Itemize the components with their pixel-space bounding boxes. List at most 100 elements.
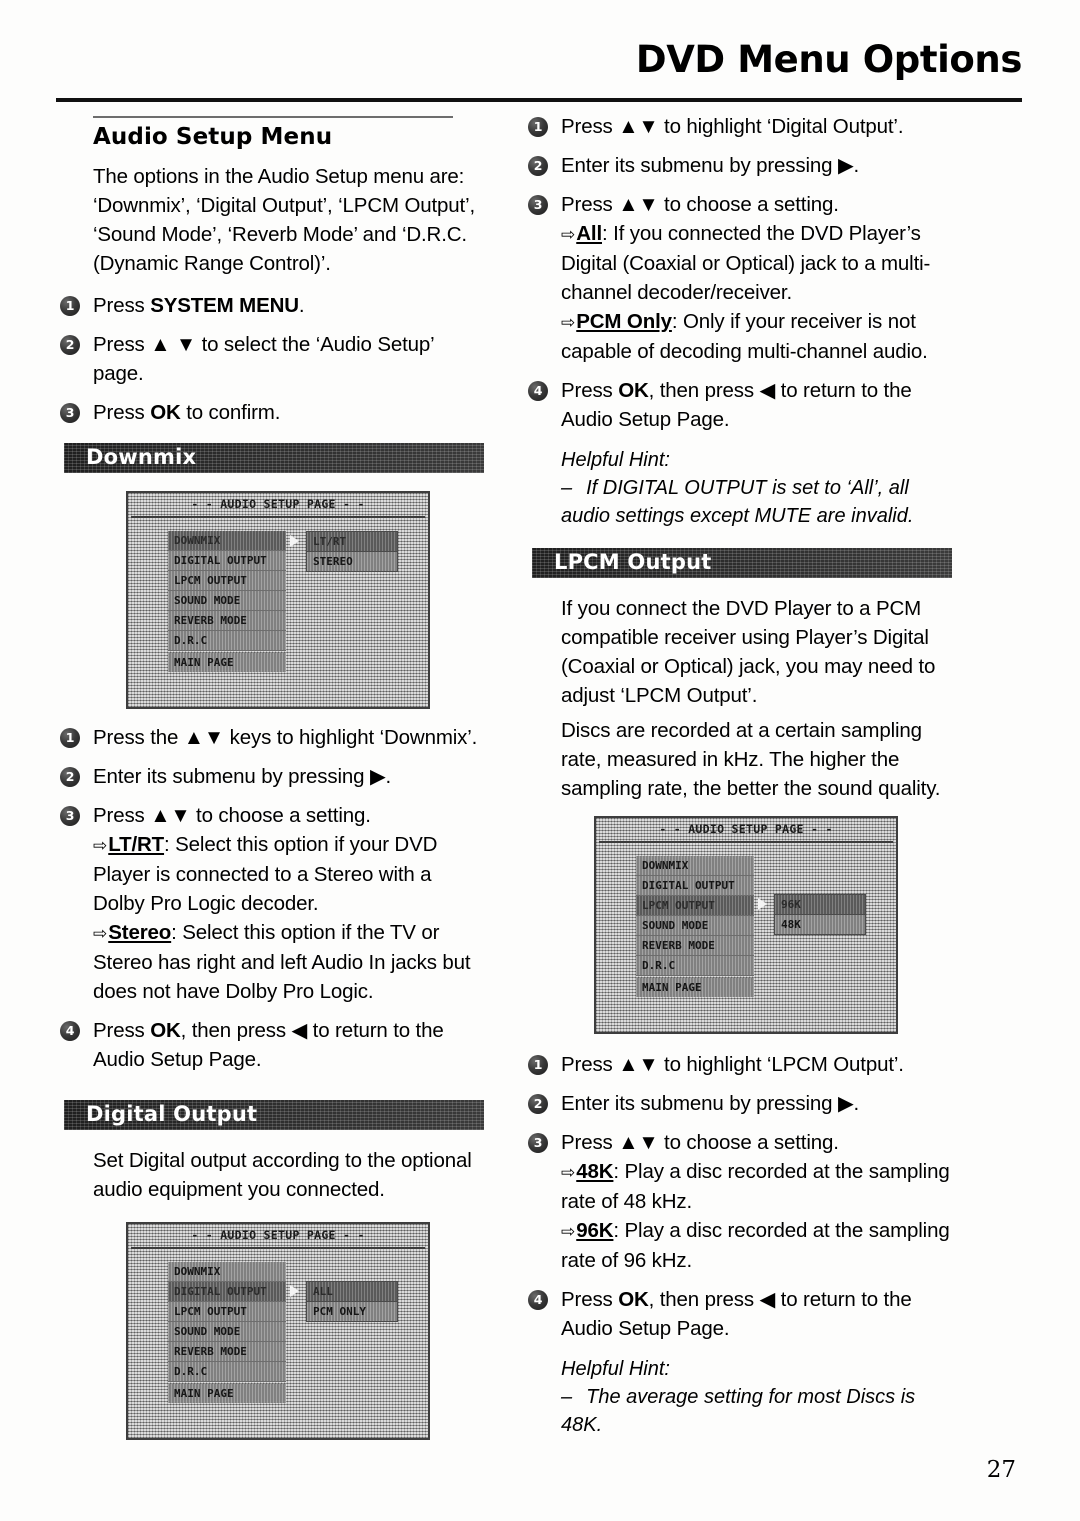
downmix-step-1: 1 Press the ▲▼ keys to highlight ‘Downmi… xyxy=(60,723,484,752)
section-heading-audio-setup-menu: Audio Setup Menu xyxy=(93,124,333,150)
bullet-4-icon: 4 xyxy=(60,1021,80,1041)
option-ltrt: ⇨ LT/RT: Select this option if your DVD P… xyxy=(93,830,484,918)
osd-submenu-item-pcm-only: PCM ONLY xyxy=(307,1302,397,1321)
option-key: Stereo xyxy=(108,921,172,944)
step-text: Press ▲ ▼ to select the ‘Audio Setup’ pa… xyxy=(93,333,434,385)
osd-main-page-button: MAIN PAGE xyxy=(636,978,754,997)
osd-menu-item-drc: D.R.C xyxy=(168,1362,286,1382)
osd-submenu-item-ltrt: LT/RT xyxy=(307,532,397,552)
osd-menu-item-sound-mode: SOUND MODE xyxy=(168,591,286,611)
bullet-4-icon: 4 xyxy=(528,381,548,401)
bullet-1-icon: 1 xyxy=(528,117,548,137)
step-text: Enter its submenu by pressing ▶. xyxy=(93,765,392,788)
hint-dash: – xyxy=(561,1386,573,1408)
option-desc: : If you connected the DVD Player’s Digi… xyxy=(561,222,931,304)
osd-menu-item-lpcm-output: LPCM OUTPUT xyxy=(168,571,286,591)
bullet-4-icon: 4 xyxy=(528,1290,548,1310)
bullet-2-icon: 2 xyxy=(60,767,80,787)
lpcm-paragraph-1: If you connect the DVD Player to a PCM c… xyxy=(561,597,936,707)
osd-screenshot-downmix: - - AUDIO SETUP PAGE - - DOWNMIX DIGITAL… xyxy=(126,491,430,709)
section-bar-lpcm-output: LPCM Output xyxy=(532,548,952,578)
option-key: 48K xyxy=(576,1160,614,1183)
bullet-3-icon: 3 xyxy=(60,403,80,423)
step-system-menu: 1 Press SYSTEM MENU. xyxy=(60,291,484,320)
lpcm-step-4: 4 Press OK, then press ◀ to return to th… xyxy=(528,1285,952,1343)
downmix-step-3: 3 Press ▲▼ to choose a setting. ⇨ LT/RT: … xyxy=(60,801,484,1006)
option-key: PCM Only xyxy=(576,310,672,333)
section-bar-downmix: Downmix xyxy=(64,443,484,473)
osd-menu-item-reverb-mode: REVERB MODE xyxy=(168,1342,286,1362)
osd-menu-item-sound-mode: SOUND MODE xyxy=(168,1322,286,1342)
lpcm-step-3: 3 Press ▲▼ to choose a setting. ⇨ 48K : Pl… xyxy=(528,1128,952,1275)
osd-menu-item-downmix: DOWNMIX xyxy=(636,856,754,876)
osd-menu-item-lpcm-output: LPCM OUTPUT xyxy=(168,1302,286,1322)
osd-menu-item-reverb-mode: REVERB MODE xyxy=(168,611,286,631)
osd-caret-icon xyxy=(758,898,767,910)
step-text: Press OK, then press ◀ to return to the … xyxy=(561,1288,912,1340)
bullet-2-icon: 2 xyxy=(528,1094,548,1114)
section-bar-label: Digital Output xyxy=(86,1102,258,1126)
osd-main-page-button: MAIN PAGE xyxy=(168,653,286,672)
arrow-right-icon: ⇨ xyxy=(561,313,575,332)
osd-menu-item-lpcm-output: LPCM OUTPUT xyxy=(636,896,754,916)
step-text: Enter its submenu by pressing ▶. xyxy=(561,1092,860,1115)
osd-divider xyxy=(131,1247,425,1249)
osd-menu-list: DOWNMIX DIGITAL OUTPUT LPCM OUTPUT SOUND… xyxy=(636,856,754,976)
step-text: Press OK, then press ◀ to return to the … xyxy=(561,379,912,431)
key-label: OK xyxy=(618,379,649,402)
bullet-3-icon: 3 xyxy=(528,1133,548,1153)
digital-output-step-4: 4 Press OK, then press ◀ to return to th… xyxy=(528,376,952,434)
lpcm-paragraph-2: Discs are recorded at a certain sampling… xyxy=(561,719,941,800)
osd-submenu-downmix: LT/RT STEREO xyxy=(306,531,398,572)
lpcm-step-2: 2 Enter its submenu by pressing ▶. xyxy=(528,1089,952,1118)
osd-menu-item-drc: D.R.C xyxy=(168,631,286,651)
osd-menu-item-digital-output: DIGITAL OUTPUT xyxy=(636,876,754,896)
osd-divider xyxy=(599,841,893,843)
bullet-2-icon: 2 xyxy=(60,335,80,355)
option-key: All xyxy=(576,222,602,245)
hint-dash: – xyxy=(561,477,573,499)
bullet-1-icon: 1 xyxy=(528,1055,548,1075)
key-label: SYSTEM MENU xyxy=(150,294,299,317)
osd-title: - - AUDIO SETUP PAGE - - xyxy=(191,1228,365,1242)
downmix-step-2: 2 Enter its submenu by pressing ▶. xyxy=(60,762,484,791)
osd-screenshot-lpcm-output: - - AUDIO SETUP PAGE - - DOWNMIX DIGITAL… xyxy=(594,816,898,1034)
bullet-2-icon: 2 xyxy=(528,156,548,176)
bullet-1-icon: 1 xyxy=(60,296,80,316)
intro-paragraph: The options in the Audio Setup menu are:… xyxy=(93,165,476,275)
step-text: Press ▲▼ to choose a setting. xyxy=(93,804,371,827)
osd-submenu-lpcm: 96K 48K xyxy=(774,894,866,935)
option-desc: : Play a disc recorded at the sampling r… xyxy=(561,1219,950,1272)
osd-menu-list: DOWNMIX DIGITAL OUTPUT LPCM OUTPUT SOUND… xyxy=(168,531,286,651)
section-bar-label: Downmix xyxy=(86,445,197,469)
section-bar-digital-output: Digital Output xyxy=(64,1100,484,1130)
arrow-right-icon: ⇨ xyxy=(93,924,107,943)
arrow-right-icon: ⇨ xyxy=(561,225,575,244)
helpful-hint-text: – The average setting for most Discs is 4… xyxy=(561,1386,916,1436)
step-text: Press OK, then press ◀ to return to the … xyxy=(93,1019,444,1071)
helpful-hint-title: Helpful Hint: xyxy=(561,449,670,471)
step-text: Press ▲▼ to choose a setting. xyxy=(561,1131,839,1154)
option-pcm-only: ⇨ PCM Only: Only if your receiver is not … xyxy=(561,307,952,366)
page-number: 27 xyxy=(986,1457,1016,1483)
page-title: DVD Menu Options xyxy=(635,38,1023,81)
arrow-right-icon: ⇨ xyxy=(561,1163,575,1182)
osd-submenu-item-all: ALL xyxy=(307,1282,397,1302)
option-stereo: ⇨ Stereo: Select this option if the TV or… xyxy=(93,918,484,1006)
option-all: ⇨ All: If you connected the DVD Player’s … xyxy=(561,219,952,307)
key-label: OK xyxy=(150,1019,181,1042)
osd-submenu-digital-output: ALL PCM ONLY xyxy=(306,1281,398,1322)
digital-output-step-2: 2 Enter its submenu by pressing ▶. xyxy=(528,151,952,180)
step-text: Press ▲▼ to highlight ‘LPCM Output’. xyxy=(561,1053,904,1076)
section-divider xyxy=(93,116,453,118)
left-column: Audio Setup Menu The options in the Audi… xyxy=(60,112,484,1440)
step-text: Enter its submenu by pressing ▶. xyxy=(561,154,860,177)
downmix-step-4: 4 Press OK, then press ◀ to return to th… xyxy=(60,1016,484,1074)
osd-submenu-item-48k: 48K xyxy=(775,915,865,934)
title-divider xyxy=(56,98,1022,102)
helpful-hint-title: Helpful Hint: xyxy=(561,1358,670,1380)
step-text: Press ▲▼ to choose a setting. xyxy=(561,193,839,216)
osd-title: - - AUDIO SETUP PAGE - - xyxy=(659,822,833,836)
osd-menu-item-sound-mode: SOUND MODE xyxy=(636,916,754,936)
digital-output-step-1: 1 Press ▲▼ to highlight ‘Digital Output’… xyxy=(528,112,952,141)
